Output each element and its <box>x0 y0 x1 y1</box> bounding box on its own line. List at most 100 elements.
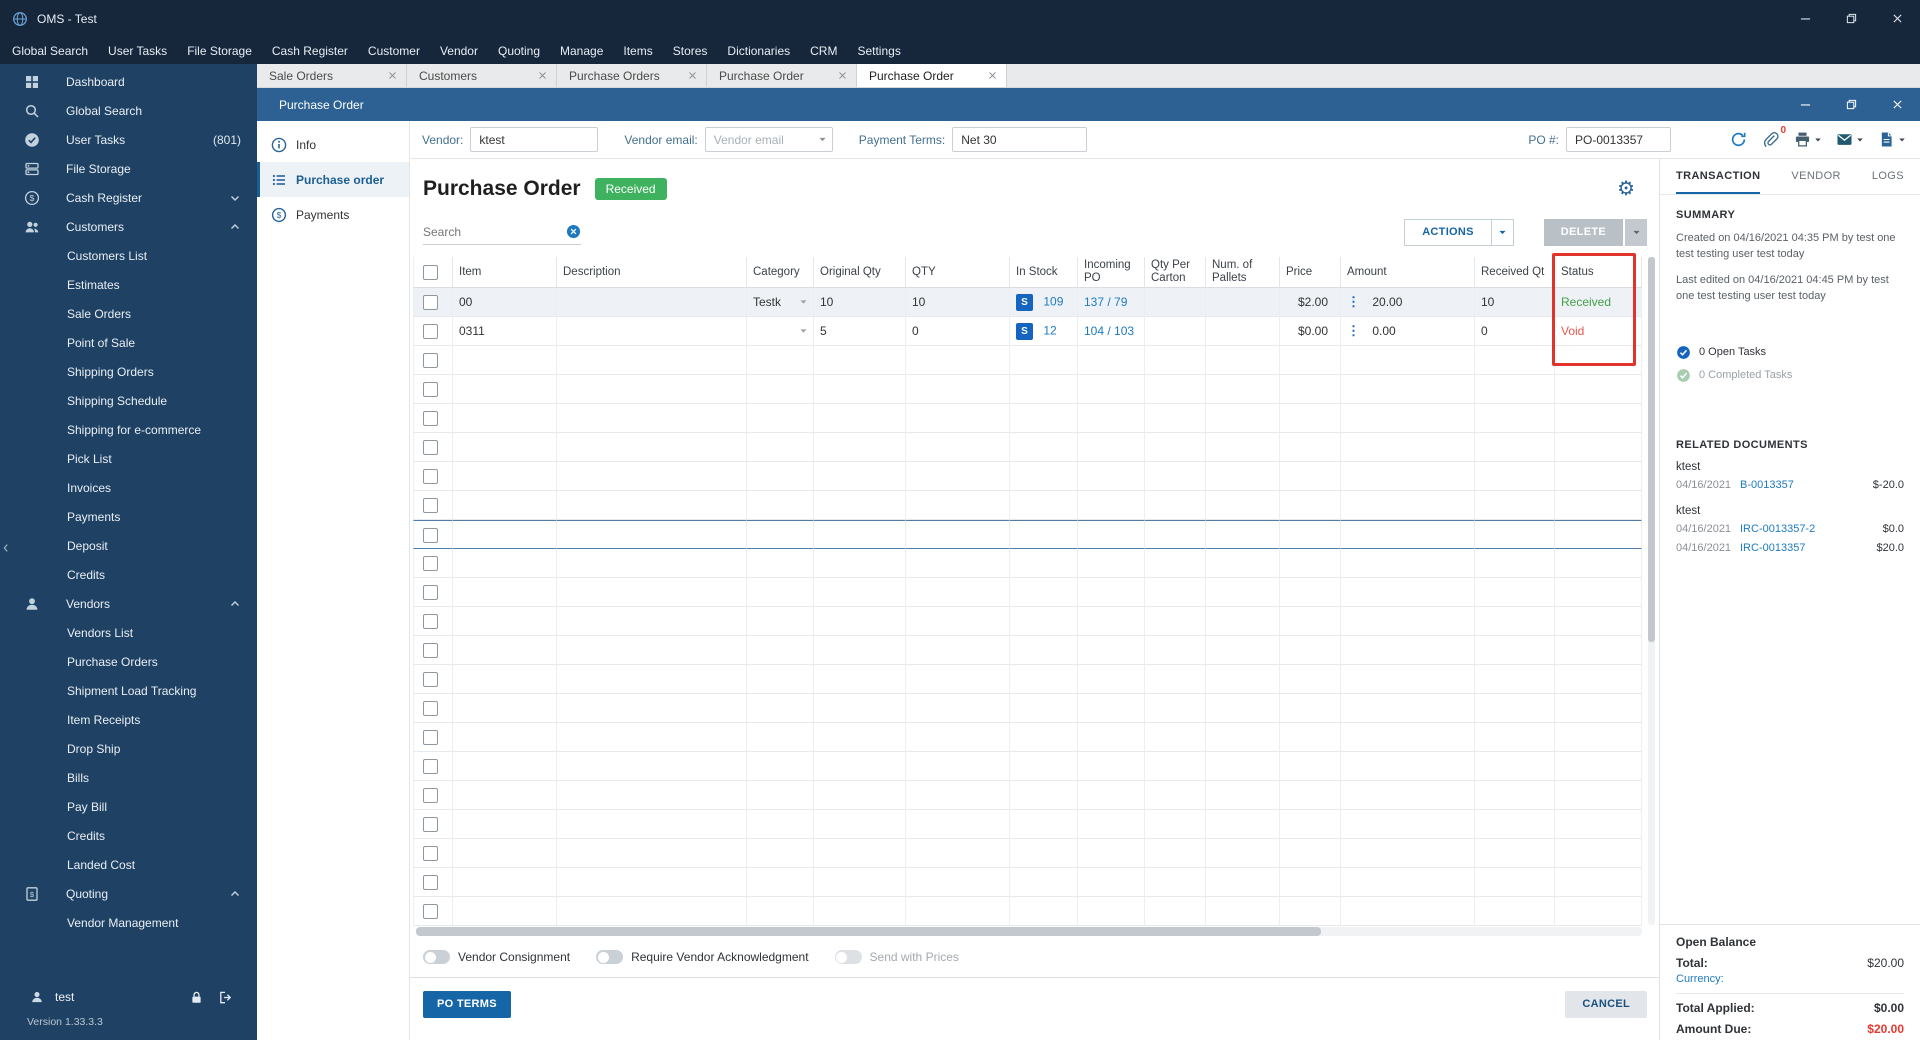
toggle-switch[interactable] <box>423 950 450 964</box>
sidebar-item[interactable]: $ Quoting <box>0 879 257 908</box>
sidebar-item[interactable]: Shipping Schedule <box>0 386 257 415</box>
cell-category[interactable] <box>747 317 814 347</box>
sidebar-item-chevron-icon[interactable] <box>229 888 241 900</box>
po-nav-item[interactable]: Purchase order <box>257 162 409 197</box>
document-tab[interactable]: Purchase Orders <box>557 64 707 87</box>
col-header-category[interactable]: Category <box>747 257 814 289</box>
col-header-description[interactable]: Description <box>557 257 747 289</box>
sidebar-item[interactable]: Invoices <box>0 473 257 502</box>
row-checkbox[interactable] <box>423 295 438 311</box>
sidebar-item[interactable]: Global Search <box>0 96 257 125</box>
sidebar-item[interactable]: Purchase Orders <box>0 647 257 676</box>
sidebar-item[interactable]: Dashboard <box>0 67 257 96</box>
sidebar-item[interactable]: Customers <box>0 212 257 241</box>
menu-item[interactable]: CRM <box>800 37 847 64</box>
print-caret-icon[interactable] <box>1814 136 1822 144</box>
col-header-num-pallets[interactable]: Num. of Pallets <box>1206 257 1280 289</box>
col-header-qty[interactable]: QTY <box>906 257 1010 289</box>
sidebar-item-chevron-icon[interactable] <box>229 598 241 610</box>
sidebar-item[interactable]: Shipping Orders <box>0 357 257 386</box>
vendor-email-input[interactable] <box>704 127 833 152</box>
export-button[interactable] <box>1877 130 1906 149</box>
tab-close-icon[interactable] <box>388 71 397 80</box>
doc-link[interactable]: B-0013357 <box>1740 479 1869 491</box>
search-input[interactable] <box>423 224 560 239</box>
row-checkbox[interactable] <box>423 498 438 514</box>
horizontal-scrollbar[interactable] <box>416 927 1642 936</box>
sidebar-collapse-icon[interactable] <box>1 540 11 556</box>
select-all-checkbox[interactable] <box>423 264 438 280</box>
row-checkbox[interactable] <box>423 469 438 485</box>
sidebar-item[interactable]: Estimates <box>0 270 257 299</box>
row-checkbox[interactable] <box>423 643 438 659</box>
lock-icon[interactable] <box>189 990 204 1005</box>
col-header-amount[interactable]: Amount <box>1341 257 1475 289</box>
document-caret-icon[interactable] <box>1898 136 1906 144</box>
sidebar-item[interactable]: Landed Cost <box>0 850 257 879</box>
sidebar-item[interactable]: Point of Sale <box>0 328 257 357</box>
inner-restore-button[interactable] <box>1828 88 1874 121</box>
toggle-switch[interactable] <box>596 950 624 964</box>
document-tab[interactable]: Purchase Order <box>857 64 1007 87</box>
panel-tab[interactable]: LOGS <box>1872 159 1904 194</box>
delete-caret-button[interactable] <box>1625 218 1647 246</box>
menu-item[interactable]: Manage <box>550 37 613 64</box>
row-checkbox[interactable] <box>423 904 438 920</box>
row-checkbox[interactable] <box>423 585 438 601</box>
sidebar-item[interactable]: Vendors List <box>0 618 257 647</box>
menu-item[interactable]: Items <box>613 37 662 64</box>
document-tab[interactable]: Sale Orders <box>257 64 407 87</box>
settings-gear-icon[interactable]: ⚙ <box>1617 179 1635 199</box>
sign-out-icon[interactable] <box>218 990 233 1005</box>
sidebar-item[interactable]: Vendors <box>0 589 257 618</box>
sidebar-item[interactable]: Payments <box>0 502 257 531</box>
sidebar-item[interactable]: Item Receipts <box>0 705 257 734</box>
row-checkbox[interactable] <box>423 382 438 398</box>
row-checkbox[interactable] <box>423 614 438 630</box>
sidebar-item[interactable]: Customers List <box>0 241 257 270</box>
toggle-switch[interactable] <box>834 950 862 964</box>
mail-caret-icon[interactable] <box>1856 136 1864 144</box>
sidebar-item[interactable]: Credits <box>0 560 257 589</box>
tab-close-icon[interactable] <box>688 71 697 80</box>
email-button[interactable] <box>1835 130 1864 149</box>
sidebar-item[interactable]: Bills <box>0 763 257 792</box>
sidebar-item-chevron-icon[interactable] <box>229 221 241 233</box>
cell-category[interactable]: Testk <box>747 288 814 318</box>
row-checkbox[interactable] <box>423 817 438 833</box>
category-caret-icon[interactable] <box>799 327 808 336</box>
close-button[interactable] <box>1874 0 1920 37</box>
doc-link[interactable]: IRC-0013357 <box>1740 542 1872 554</box>
tab-close-icon[interactable] <box>988 71 997 80</box>
vertical-scrollbar[interactable] <box>1648 257 1655 925</box>
col-header-received-qty[interactable]: Received Qt <box>1475 257 1555 289</box>
incoming-po-link[interactable]: 137 / 79 <box>1084 295 1127 309</box>
sidebar-item[interactable]: File Storage <box>0 154 257 183</box>
minimize-button[interactable] <box>1782 0 1828 37</box>
row-checkbox[interactable] <box>423 788 438 804</box>
row-checkbox[interactable] <box>423 324 438 340</box>
row-checkbox[interactable] <box>423 411 438 427</box>
sidebar-item[interactable]: Deposit <box>0 531 257 560</box>
panel-tab[interactable]: VENDOR <box>1791 159 1840 194</box>
menu-item[interactable]: User Tasks <box>98 37 177 64</box>
horizontal-scrollbar-thumb[interactable] <box>416 927 1321 936</box>
sidebar-item[interactable]: Credits <box>0 821 257 850</box>
restore-button[interactable] <box>1828 0 1874 37</box>
tab-close-icon[interactable] <box>538 71 547 80</box>
menu-item[interactable]: Dictionaries <box>717 37 800 64</box>
currency-link[interactable]: Currency: <box>1676 973 1904 985</box>
row-checkbox[interactable] <box>423 846 438 862</box>
row-checkbox[interactable] <box>423 701 438 717</box>
actions-caret-button[interactable] <box>1491 218 1514 246</box>
tab-close-icon[interactable] <box>838 71 847 80</box>
cancel-button[interactable]: CANCEL <box>1565 990 1647 1018</box>
in-stock-link[interactable]: 109 <box>1043 295 1063 309</box>
row-checkbox[interactable] <box>423 672 438 688</box>
col-header-original-qty[interactable]: Original Qty <box>814 257 906 289</box>
row-checkbox[interactable] <box>423 875 438 891</box>
col-header-item[interactable]: Item <box>453 257 557 289</box>
payment-terms-input[interactable] <box>952 127 1088 152</box>
col-header-status[interactable]: Status <box>1555 257 1642 289</box>
menu-item[interactable]: File Storage <box>177 37 262 64</box>
